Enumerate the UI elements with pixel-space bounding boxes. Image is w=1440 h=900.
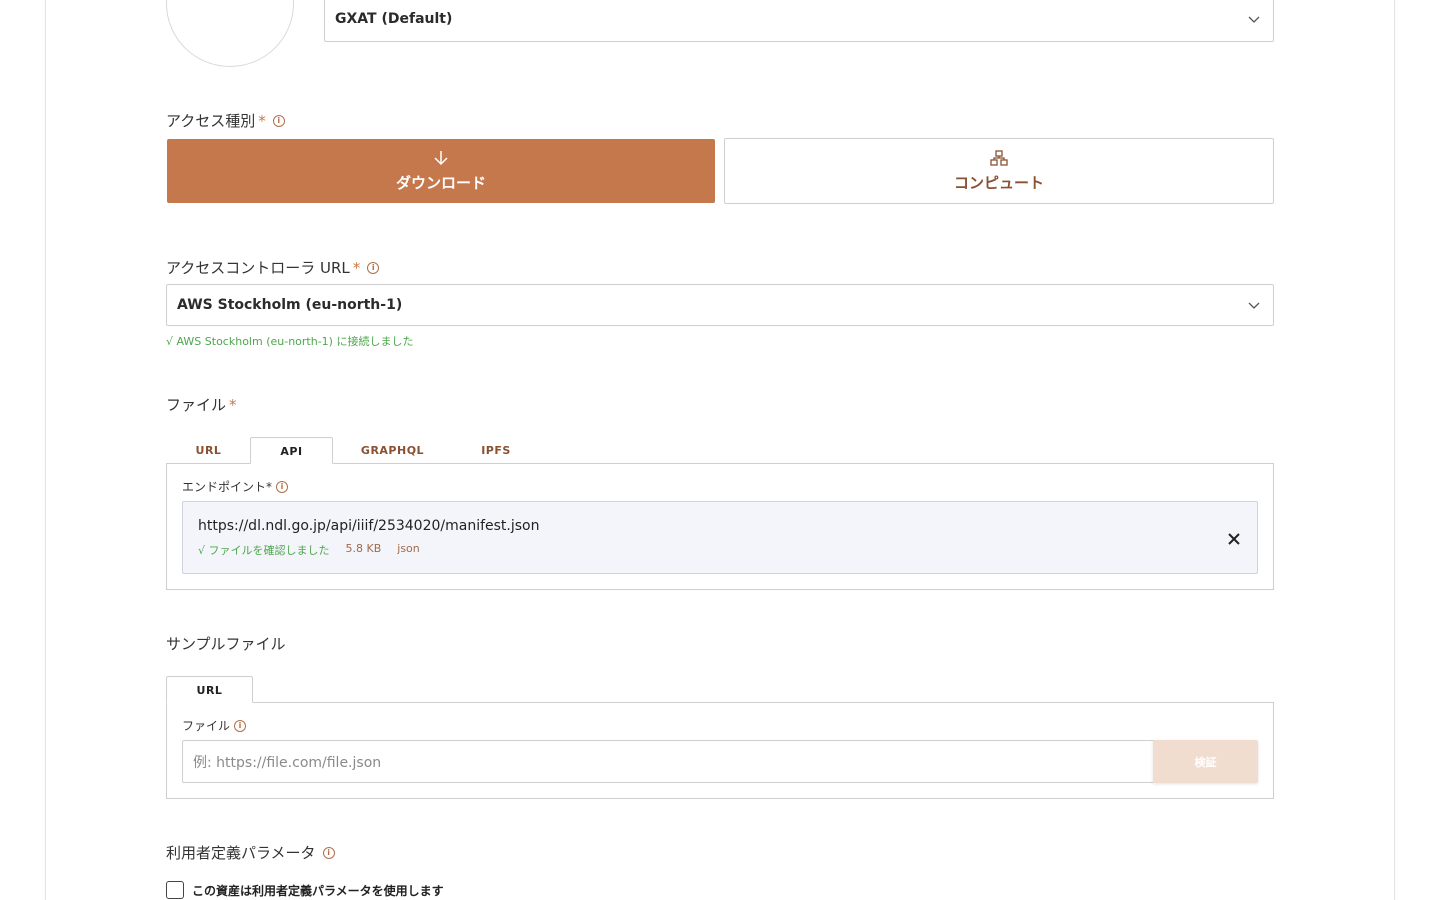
compute-nodes-icon	[990, 149, 1008, 166]
sample-file-input[interactable]: 例: https://file.com/file.json	[182, 740, 1154, 783]
access-compute-label: コンピュート	[953, 173, 1044, 192]
tab-url[interactable]: URL	[167, 437, 250, 464]
tab-graphql[interactable]: GRAPHQL	[333, 437, 452, 464]
endpoint-type: json	[397, 542, 420, 555]
custom-params-checkbox-label[interactable]: この資産は利用者定義パラメータを使用します	[192, 882, 444, 899]
sample-file-placeholder: 例: https://file.com/file.json	[193, 754, 382, 771]
custom-params-checkbox[interactable]	[166, 881, 184, 899]
tab-api[interactable]: API	[250, 437, 333, 464]
file-label: ファイル *	[166, 394, 237, 415]
chevron-down-icon	[1248, 302, 1260, 309]
file-tabs: URL API GRAPHQL IPFS	[167, 437, 540, 464]
access-type-label-text: アクセス種別	[166, 112, 256, 130]
info-icon[interactable]: i	[234, 719, 247, 732]
access-controller-label: アクセスコントローラ URL * i	[166, 257, 380, 278]
info-icon[interactable]: i	[322, 846, 335, 859]
verify-button[interactable]: 検証	[1153, 740, 1258, 783]
tab-ipfs[interactable]: IPFS	[452, 437, 540, 464]
info-icon[interactable]: i	[272, 114, 285, 127]
endpoint-meta: √ ファイルを確認しました 5.8 KB json	[198, 542, 420, 558]
endpoint-box	[182, 501, 1258, 574]
token-select[interactable]: GXAT (Default)	[324, 0, 1274, 42]
endpoint-label-text: エンドポイント*	[182, 480, 273, 494]
access-controller-value: AWS Stockholm (eu-north-1)	[177, 297, 403, 313]
token-select-value: GXAT (Default)	[335, 11, 453, 27]
info-icon[interactable]: i	[367, 261, 380, 274]
endpoint-size: 5.8 KB	[345, 542, 382, 555]
sample-file-label: サンプルファイル	[166, 633, 286, 654]
required-mark: *	[352, 258, 361, 277]
sample-file-field-label-text: ファイル	[182, 719, 231, 733]
sample-file-tabs: URL	[166, 676, 253, 703]
endpoint-url[interactable]: https://dl.ndl.go.jp/api/iiif/2534020/ma…	[198, 518, 540, 534]
custom-params-label: 利用者定義パラメータ i	[166, 842, 335, 863]
endpoint-status: √ ファイルを確認しました	[198, 544, 330, 557]
custom-params-label-text: 利用者定義パラメータ	[166, 844, 316, 862]
tab-url[interactable]: URL	[166, 676, 253, 703]
access-compute-button[interactable]: コンピュート	[724, 138, 1274, 204]
sample-file-field-label: ファイル i	[182, 717, 247, 734]
sample-file-label-text: サンプルファイル	[166, 635, 286, 653]
access-type-label: アクセス種別 * i	[166, 110, 285, 131]
endpoint-label: エンドポイント* i	[182, 478, 289, 495]
access-controller-select[interactable]: AWS Stockholm (eu-north-1)	[166, 284, 1274, 326]
required-mark: *	[258, 111, 266, 130]
access-controller-label-text: アクセスコントローラ URL	[166, 259, 350, 277]
download-arrow-icon	[434, 150, 448, 165]
connection-status: √ AWS Stockholm (eu-north-1) に接続しました	[166, 335, 414, 348]
required-mark: *	[229, 395, 237, 414]
access-download-button[interactable]: ダウンロード	[167, 139, 715, 203]
key-icon	[197, 0, 265, 17]
chevron-down-icon	[1248, 16, 1260, 23]
close-icon[interactable]	[1227, 532, 1241, 546]
file-label-text: ファイル	[166, 396, 227, 414]
access-download-label: ダウンロード	[395, 173, 486, 192]
info-icon[interactable]: i	[276, 480, 289, 493]
